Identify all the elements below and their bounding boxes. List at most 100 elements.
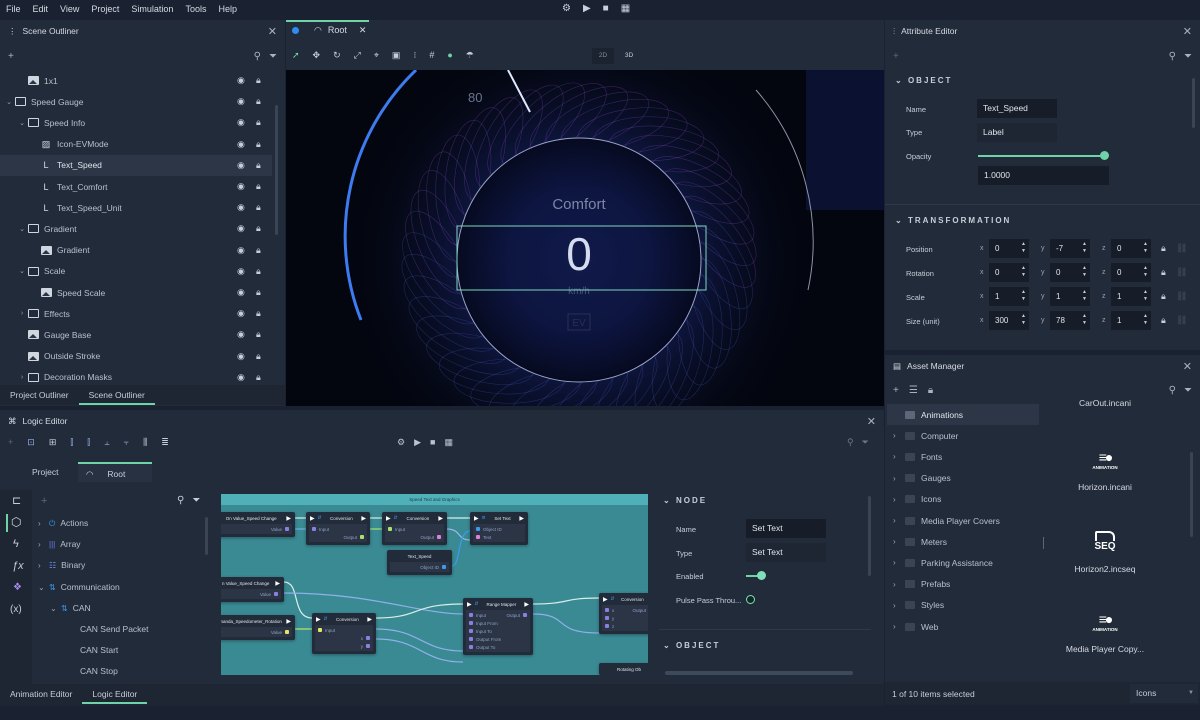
lock-icon[interactable]: 🔒︎: [256, 287, 261, 298]
asset-scrollbar[interactable]: [1190, 452, 1193, 537]
folder-item[interactable]: › Gauges: [887, 468, 1039, 489]
stop-icon[interactable]: ■: [603, 3, 609, 14]
graph-node[interactable]: Text_Speed Object ID: [387, 550, 452, 575]
asset-item[interactable]: SEQ Horizon2.incseq: [1050, 522, 1160, 574]
menu-view[interactable]: View: [60, 4, 79, 14]
chevron-right-icon[interactable]: ›: [893, 495, 899, 504]
visibility-icon[interactable]: ◉: [237, 160, 245, 171]
node-port[interactable]: Output From: [466, 635, 530, 643]
menu-help[interactable]: Help: [218, 4, 237, 14]
port-socket[interactable]: [523, 613, 527, 617]
visibility-icon[interactable]: ◉: [237, 245, 245, 256]
node-port[interactable]: Input Output: [466, 611, 530, 619]
snap-icon[interactable]: ⁝: [413, 50, 416, 61]
link-icon[interactable]: ⛓: [1176, 315, 1187, 326]
horizontal-scrollbar[interactable]: [665, 671, 853, 675]
tree-row[interactable]: ⌄ Speed Info ◉ 🔒︎: [0, 112, 272, 133]
search-icon[interactable]: ⚲: [177, 495, 184, 506]
import-icon[interactable]: ⊡: [27, 437, 35, 448]
visibility-icon[interactable]: ◉: [237, 117, 245, 128]
list-view-icon[interactable]: ☰: [909, 385, 918, 396]
chevron-right-icon[interactable]: ›: [893, 452, 899, 461]
port-socket[interactable]: [437, 535, 441, 539]
bounds-icon[interactable]: ▣: [392, 50, 401, 61]
spinner-icon[interactable]: ▲ ▼: [1143, 265, 1148, 279]
node-graph-canvas[interactable]: Speed Text and Graphics On Value_Speed C…: [221, 494, 648, 675]
node-port[interactable]: Input: [315, 626, 373, 634]
record-icon[interactable]: ▦: [444, 437, 453, 448]
chevron-right-icon[interactable]: ›: [17, 310, 27, 317]
graph-node[interactable]: On Value_Speed Change ▶ Value: [221, 512, 295, 537]
search-icon[interactable]: ⚲: [847, 437, 854, 448]
variables-icon[interactable]: (x): [10, 604, 22, 615]
port-socket[interactable]: [476, 535, 480, 539]
position-x-field[interactable]: 0 ▲ ▼: [989, 239, 1029, 258]
library-item[interactable]: ⌄ ⇅ Communication: [38, 577, 120, 598]
folder-item[interactable]: › Prefabs: [887, 574, 1039, 595]
lock-icon[interactable]: 🔒︎: [256, 245, 261, 256]
lock-icon[interactable]: 🔒︎: [256, 329, 261, 340]
align-right-icon[interactable]: ⫿: [87, 437, 90, 448]
mode-2d-button[interactable]: 2D: [592, 48, 614, 64]
distribute-h-icon[interactable]: ⫼: [143, 437, 147, 448]
spinner-icon[interactable]: ▲ ▼: [1143, 241, 1148, 255]
chevron-down-icon[interactable]: ⌄: [17, 225, 27, 233]
flow-out-icon[interactable]: ▶: [286, 515, 291, 522]
graph-node[interactable]: ▶ ⇵ Range Mapper ▶ Input Output Input From Inpu…: [463, 598, 533, 655]
filter-icon[interactable]: ⏷: [269, 51, 277, 62]
menu-simulation[interactable]: Simulation: [131, 4, 173, 14]
tree-row[interactable]: Gauge Base ◉ 🔒︎: [0, 324, 272, 345]
visibility-icon[interactable]: ◉: [237, 287, 245, 298]
folder-item[interactable]: › Meters: [887, 531, 1039, 552]
rotate-tool-icon[interactable]: ↻: [333, 50, 341, 61]
align-top-icon[interactable]: ⫠: [104, 437, 109, 448]
folder-item[interactable]: Animations: [887, 404, 1039, 425]
folder-item[interactable]: › Icons: [887, 489, 1039, 510]
port-socket[interactable]: [312, 527, 316, 531]
cube-icon[interactable]: ⬡: [11, 515, 21, 529]
tree-row[interactable]: › Effects ◉ 🔒︎: [0, 303, 272, 324]
chevron-down-icon[interactable]: ⌄: [17, 119, 27, 127]
filter-icon[interactable]: ⏷: [862, 437, 869, 448]
lock-icon[interactable]: 🔒︎: [256, 351, 261, 362]
asset-item[interactable]: CarOut.incani: [1050, 400, 1160, 408]
view-mode-dropdown[interactable]: Icons ▼: [1130, 684, 1198, 703]
splitter-handle[interactable]: [1043, 537, 1044, 549]
menu-file[interactable]: File: [6, 4, 21, 14]
add-icon[interactable]: +: [893, 51, 899, 62]
library-item[interactable]: › ||| Array: [38, 534, 81, 555]
port-socket[interactable]: [469, 621, 473, 625]
chevron-right-icon[interactable]: ›: [893, 558, 899, 567]
close-icon[interactable]: ✕: [1183, 25, 1192, 38]
spinner-icon[interactable]: ▲ ▼: [1082, 313, 1087, 327]
lock-icon[interactable]: 🔒︎: [256, 96, 261, 107]
simulation-settings-icon[interactable]: ⚙: [562, 3, 571, 14]
port-socket[interactable]: [605, 608, 609, 612]
tab-project[interactable]: Project: [20, 462, 78, 482]
tree-row[interactable]: Speed Scale ◉ 🔒︎: [0, 282, 272, 303]
visibility-icon[interactable]: ◉: [237, 351, 245, 362]
port-socket[interactable]: [274, 592, 278, 596]
size-y-field[interactable]: 78 ▲ ▼: [1050, 311, 1090, 330]
visibility-icon[interactable]: ◉: [237, 75, 245, 86]
stop-icon[interactable]: ■: [430, 437, 435, 448]
filter-icon[interactable]: ⏷: [1184, 51, 1192, 62]
chevron-right-icon[interactable]: ›: [38, 534, 44, 555]
port-socket[interactable]: [388, 527, 392, 531]
port-socket[interactable]: [605, 616, 609, 620]
tree-row[interactable]: L Text_Speed ◉ 🔒︎: [0, 154, 272, 176]
lock-icon[interactable]: 🔒︎: [256, 75, 261, 86]
library-item[interactable]: CAN Stop: [80, 661, 118, 682]
simulation-settings-icon[interactable]: ⚙: [397, 437, 405, 448]
chevron-down-icon[interactable]: ⌄: [38, 577, 45, 598]
lock-icon[interactable]: 🔒︎: [1161, 267, 1166, 278]
attribute-scrollbar[interactable]: [1192, 78, 1195, 128]
scale-y-field[interactable]: 1 ▲ ▼: [1050, 287, 1090, 306]
visibility-icon[interactable]: ◉: [237, 96, 245, 107]
node-port[interactable]: z: [602, 622, 648, 630]
align-left-icon[interactable]: ⫿: [70, 437, 73, 448]
tree-row[interactable]: ⌄ Gradient ◉ 🔒︎: [0, 218, 272, 239]
pin-tool-icon[interactable]: ⌖: [374, 50, 379, 61]
opacity-slider-handle[interactable]: [1100, 151, 1109, 160]
link-icon[interactable]: ⛓: [1176, 267, 1187, 278]
